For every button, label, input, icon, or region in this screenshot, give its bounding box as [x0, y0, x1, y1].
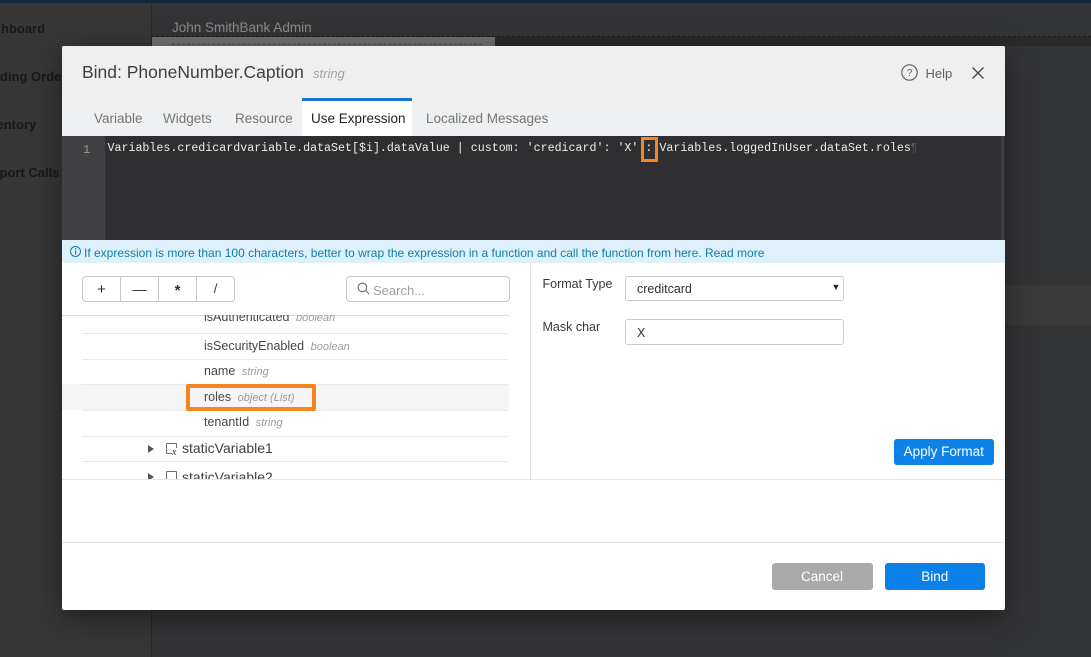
svg-text:?: ? — [906, 68, 912, 79]
